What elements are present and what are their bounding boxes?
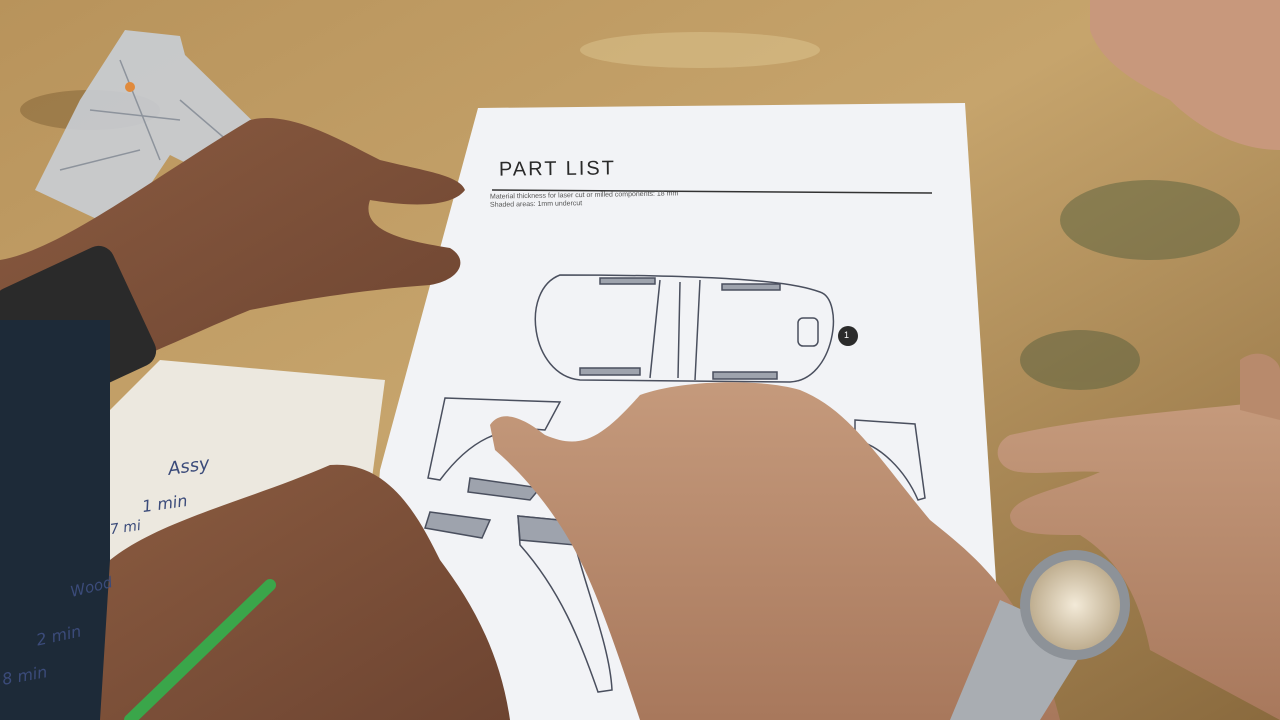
part-number-label: 1 <box>844 330 850 340</box>
photo-scene: PART LIST Material thickness for laser c… <box>0 0 1280 720</box>
photo-illustration <box>0 0 1280 720</box>
location-marker-icon <box>125 82 135 92</box>
part-list-title: PART LIST <box>498 157 617 181</box>
